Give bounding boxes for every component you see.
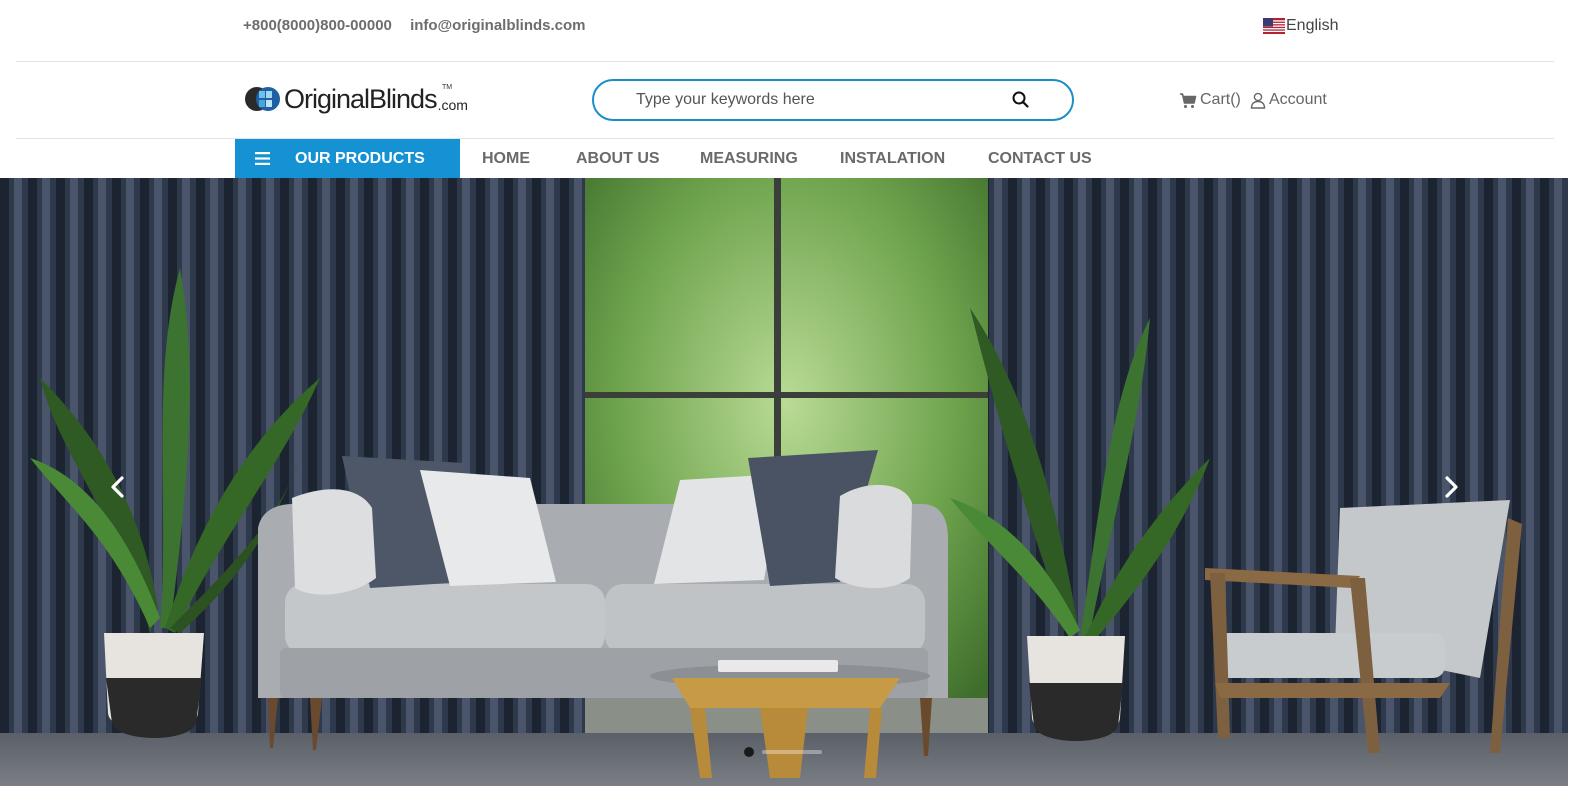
cart-link[interactable]: Cart() bbox=[1179, 91, 1241, 109]
logo-text: OriginalBlinds bbox=[284, 83, 438, 114]
search-input[interactable] bbox=[636, 89, 996, 111]
chevron-left-icon bbox=[111, 476, 124, 498]
account-label: Account bbox=[1269, 91, 1327, 108]
top-bar: +800(8000)800-00000 info@originalblinds.… bbox=[0, 0, 1582, 62]
hamburger-icon bbox=[255, 152, 270, 165]
search-button[interactable] bbox=[1011, 90, 1031, 110]
slider-prev-button[interactable] bbox=[108, 475, 128, 499]
hero-slider bbox=[0, 178, 1568, 786]
nav-instalation[interactable]: INSTALATION bbox=[840, 150, 945, 168]
phone-number[interactable]: +800(8000)800-00000 bbox=[243, 17, 392, 34]
slider-next-button[interactable] bbox=[1441, 475, 1461, 499]
contact-info: +800(8000)800-00000 info@originalblinds.… bbox=[243, 17, 600, 34]
cart-icon bbox=[1180, 92, 1197, 108]
language-label: English bbox=[1286, 17, 1339, 34]
site-logo[interactable]: OriginalBlinds .com TM bbox=[245, 82, 468, 116]
chevron-right-icon bbox=[1445, 476, 1458, 498]
our-products-label: OUR PRODUCTS bbox=[295, 149, 425, 167]
hero-image bbox=[0, 178, 1568, 786]
nav-measuring[interactable]: MEASURING bbox=[700, 150, 798, 168]
logo-trademark: TM bbox=[442, 84, 453, 91]
logo-mark-icon bbox=[245, 87, 280, 111]
logo-suffix: .com bbox=[437, 97, 468, 113]
us-flag-icon bbox=[1263, 18, 1285, 34]
nav-contact-us[interactable]: CONTACT US bbox=[988, 150, 1092, 168]
account-link[interactable]: Account bbox=[1250, 91, 1327, 109]
nav-home[interactable]: HOME bbox=[482, 150, 530, 168]
our-products-button[interactable]: OUR PRODUCTS bbox=[235, 139, 460, 178]
language-selector[interactable]: English bbox=[1263, 17, 1338, 35]
cart-label: Cart() bbox=[1200, 91, 1241, 108]
email-address[interactable]: info@originalblinds.com bbox=[410, 17, 585, 34]
nav-about-us[interactable]: ABOUT US bbox=[576, 150, 660, 168]
divider bbox=[16, 61, 1554, 62]
search-box bbox=[592, 79, 1074, 121]
slider-track bbox=[762, 750, 822, 754]
search-icon bbox=[1012, 91, 1029, 108]
slider-dot-active[interactable] bbox=[744, 747, 754, 757]
user-icon bbox=[1250, 92, 1266, 109]
